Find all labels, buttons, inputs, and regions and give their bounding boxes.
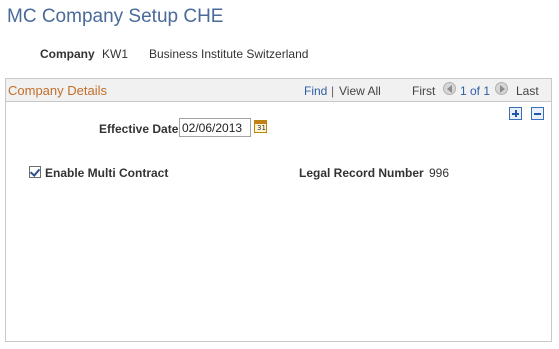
first-link[interactable]: First [412,84,435,98]
legal-record-number-value: 996 [429,166,450,180]
enable-multi-contract-checkbox[interactable] [29,166,41,178]
company-details-header: Company Details Find | View All First 1 … [6,79,551,102]
company-name: Business Institute Switzerland [149,47,309,61]
company-code: KW1 [102,47,129,61]
enable-multi-contract-label: Enable Multi Contract [45,166,169,180]
section-title: Company Details [8,83,107,98]
calendar-icon[interactable]: 31 [254,120,267,133]
find-link[interactable]: Find [304,84,327,98]
company-details-section: Company Details Find | View All First 1 … [5,78,552,342]
delete-row-button[interactable] [531,107,544,120]
last-link[interactable]: Last [516,84,539,98]
add-row-button[interactable] [509,107,522,120]
page-indicator: 1 of 1 [460,84,491,98]
effective-date-label: Effective Date [99,122,179,136]
company-label: Company [40,47,95,61]
legal-record-number-label: Legal Record Number [299,166,424,180]
view-all-link[interactable]: View All [339,84,381,98]
page-title: MC Company Setup CHE [7,6,224,27]
checkmark-icon [29,166,41,177]
right-arrow-icon[interactable] [495,82,508,95]
link-separator: | [331,84,335,98]
effective-date-input[interactable] [179,118,251,137]
left-arrow-icon[interactable] [443,82,456,95]
